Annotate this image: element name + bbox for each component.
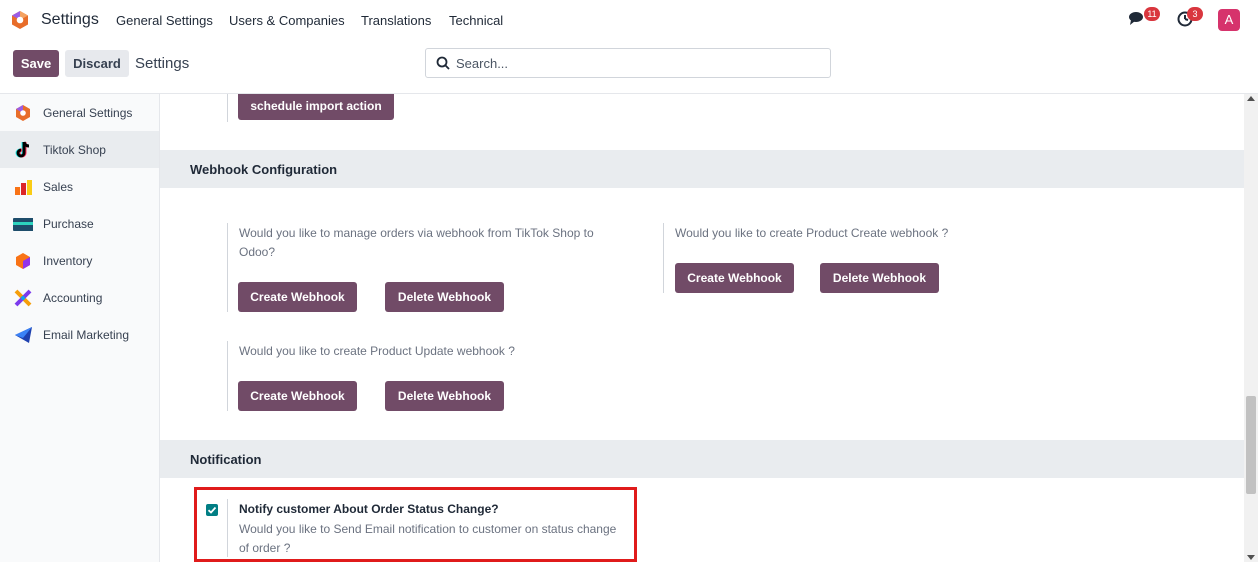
notify-customer-checkbox[interactable] bbox=[206, 504, 218, 516]
vertical-scrollbar[interactable] bbox=[1244, 94, 1258, 562]
save-button[interactable]: Save bbox=[13, 50, 59, 77]
sidebar-item-label: Sales bbox=[43, 180, 74, 194]
sidebar-item-label: Email Marketing bbox=[43, 328, 130, 342]
sidebar-item-tiktok-shop[interactable]: Tiktok Shop bbox=[0, 131, 159, 168]
scrollbar-thumb[interactable] bbox=[1246, 396, 1256, 494]
checkmark-icon bbox=[207, 506, 217, 514]
sales-chart-icon bbox=[15, 180, 32, 195]
sidebar-item-inventory[interactable]: Inventory bbox=[0, 242, 159, 279]
delete-webhook-product-update-button[interactable]: Delete Webhook bbox=[385, 381, 504, 411]
user-avatar[interactable]: A bbox=[1218, 9, 1240, 31]
chat-count-badge: 11 bbox=[1144, 7, 1160, 21]
control-panel: Save Discard Settings bbox=[0, 40, 1258, 94]
webhook-product-create-question: Would you like to create Product Create … bbox=[675, 226, 949, 240]
settings-sidebar: General Settings Tiktok Shop Sales Purch… bbox=[0, 94, 160, 562]
sidebar-item-label: Accounting bbox=[43, 291, 103, 305]
create-webhook-orders-button[interactable]: Create Webhook bbox=[238, 282, 357, 312]
search-input[interactable] bbox=[456, 54, 816, 72]
setting-divider bbox=[227, 341, 228, 411]
sidebar-item-label: Purchase bbox=[43, 217, 94, 231]
sidebar-item-label: General Settings bbox=[43, 106, 133, 120]
sidebar-item-email-marketing[interactable]: Email Marketing bbox=[0, 316, 159, 353]
menu-users-companies[interactable]: Users & Companies bbox=[229, 13, 345, 28]
setting-divider bbox=[663, 223, 664, 293]
sidebar-item-accounting[interactable]: Accounting bbox=[0, 279, 159, 316]
purchase-card-icon bbox=[13, 218, 33, 231]
menu-technical[interactable]: Technical bbox=[449, 13, 503, 28]
settings-content: schedule import action Webhook Configura… bbox=[160, 94, 1244, 562]
scroll-down-arrow-icon[interactable] bbox=[1247, 555, 1255, 560]
sidebar-item-sales[interactable]: Sales bbox=[0, 168, 159, 205]
sidebar-item-purchase[interactable]: Purchase bbox=[0, 205, 159, 242]
delete-webhook-orders-button[interactable]: Delete Webhook bbox=[385, 282, 504, 312]
odoo-logo-icon bbox=[16, 105, 30, 121]
create-webhook-product-update-button[interactable]: Create Webhook bbox=[238, 381, 357, 411]
activity-count-badge: 3 bbox=[1187, 7, 1203, 21]
inventory-box-icon bbox=[16, 253, 30, 269]
discard-button[interactable]: Discard bbox=[65, 50, 129, 77]
tiktok-icon bbox=[15, 141, 30, 158]
schedule-import-action-button[interactable]: schedule import action bbox=[238, 94, 394, 120]
search-icon bbox=[436, 56, 450, 70]
webhook-orders-question: Would you like to manage orders via webh… bbox=[239, 226, 594, 259]
notify-customer-description: Would you like to Send Email notificatio… bbox=[239, 522, 617, 555]
accounting-icon bbox=[14, 289, 32, 307]
sidebar-item-label: Inventory bbox=[43, 254, 93, 268]
odoo-logo-icon[interactable] bbox=[11, 11, 29, 29]
setting-divider bbox=[227, 94, 228, 122]
breadcrumb: Settings bbox=[135, 55, 190, 72]
email-marketing-icon bbox=[15, 327, 32, 343]
scroll-up-arrow-icon[interactable] bbox=[1247, 96, 1255, 101]
webhook-product-update-question: Would you like to create Product Update … bbox=[239, 344, 515, 358]
notification-section-header: Notification bbox=[160, 440, 1244, 478]
notify-customer-title: Notify customer About Order Status Chang… bbox=[239, 502, 499, 516]
top-navbar: Settings General Settings Users & Compan… bbox=[0, 0, 1258, 40]
delete-webhook-product-create-button[interactable]: Delete Webhook bbox=[820, 263, 939, 293]
app-title[interactable]: Settings bbox=[41, 11, 99, 29]
sidebar-item-general-settings[interactable]: General Settings bbox=[0, 94, 159, 131]
section-title: Notification bbox=[190, 452, 262, 467]
section-title: Webhook Configuration bbox=[190, 162, 338, 177]
setting-divider bbox=[227, 499, 228, 557]
webhook-section-header: Webhook Configuration bbox=[160, 150, 1244, 188]
search-box[interactable] bbox=[425, 48, 831, 78]
sidebar-item-label: Tiktok Shop bbox=[43, 143, 106, 157]
create-webhook-product-create-button[interactable]: Create Webhook bbox=[675, 263, 794, 293]
menu-translations[interactable]: Translations bbox=[361, 13, 431, 28]
setting-divider bbox=[227, 223, 228, 312]
menu-general-settings[interactable]: General Settings bbox=[116, 13, 213, 28]
